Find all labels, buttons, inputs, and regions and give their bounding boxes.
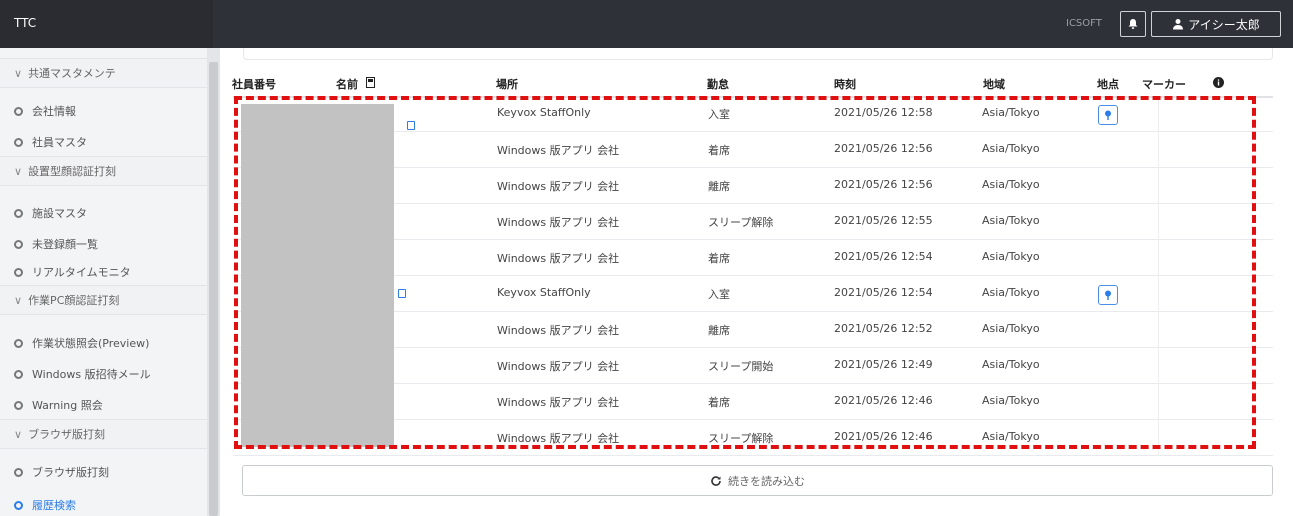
- sidebar-section-common-master[interactable]: ∨ 共通マスタメンテ: [0, 58, 207, 88]
- load-more-label: 続きを読み込む: [728, 474, 805, 488]
- search-panel: [243, 48, 1273, 60]
- circle-icon: [14, 338, 23, 348]
- sidebar-item-browser-stamp[interactable]: ブラウザ版打刻: [14, 464, 109, 480]
- header-marker[interactable]: マーカー: [1142, 76, 1186, 92]
- circle-icon: [14, 400, 23, 410]
- user-icon: [1173, 19, 1184, 30]
- refresh-icon: [711, 475, 721, 486]
- circle-icon: [14, 137, 23, 147]
- sidebar-item-work-status-preview[interactable]: 作業状態照会(Preview): [14, 335, 149, 351]
- notifications-button[interactable]: [1120, 11, 1146, 37]
- sidebar-section-installed-face-auth[interactable]: ∨ 設置型顔認証打刻: [0, 156, 207, 186]
- sidebar-item-realtime-monitor[interactable]: リアルタイムモニタ: [14, 264, 131, 280]
- chevron-down-icon: ∨: [14, 164, 23, 178]
- header-time[interactable]: 時刻: [834, 76, 856, 92]
- info-icon[interactable]: [1213, 77, 1224, 88]
- user-menu-button[interactable]: アイシー太郎: [1151, 11, 1281, 37]
- company-name: ICSOFT: [1066, 18, 1102, 29]
- sidebar-section-browser-stamp[interactable]: ∨ ブラウザ版打刻: [0, 419, 207, 449]
- header-place[interactable]: 場所: [496, 76, 518, 92]
- circle-icon: [14, 369, 23, 379]
- sidebar-section-work-pc-face-auth[interactable]: ∨ 作業PC顔認証打刻: [0, 285, 207, 315]
- sidebar-item-history-search[interactable]: 履歴検索: [14, 497, 76, 513]
- circle-icon: [14, 106, 23, 116]
- sidebar-item-warning-inquiry[interactable]: Warning 照会: [14, 397, 103, 413]
- chevron-down-icon: ∨: [14, 293, 23, 307]
- header-attendance[interactable]: 勤怠: [707, 76, 729, 92]
- sidebar-item-facility-master[interactable]: 施設マスタ: [14, 205, 87, 221]
- circle-icon: [14, 208, 23, 218]
- header-employee-no[interactable]: 社員番号: [232, 76, 276, 92]
- header-location[interactable]: 地点: [1097, 76, 1119, 92]
- sidebar-item-employee-master[interactable]: 社員マスタ: [14, 134, 87, 150]
- circle-icon: [14, 239, 23, 249]
- sidebar-item-company-info[interactable]: 会社情報: [14, 103, 76, 119]
- circle-icon: [14, 267, 23, 277]
- circle-icon: [14, 500, 23, 510]
- header-region[interactable]: 地域: [983, 76, 1005, 92]
- circle-icon: [14, 467, 23, 477]
- highlight-annotation: [234, 96, 1256, 449]
- user-name: アイシー太郎: [1188, 17, 1260, 32]
- id-card-icon: [366, 77, 375, 88]
- sidebar-item-unregistered-faces[interactable]: 未登録顔一覧: [14, 236, 98, 252]
- load-more-button[interactable]: 続きを読み込む: [242, 465, 1273, 496]
- top-bar: TTC ICSOFT アイシー太郎: [0, 0, 1293, 48]
- sidebar-item-windows-invite-mail[interactable]: Windows 版招待メール: [14, 366, 151, 382]
- app-brand[interactable]: TTC: [0, 0, 213, 48]
- chevron-down-icon: ∨: [14, 427, 23, 441]
- header-name[interactable]: 名前: [336, 76, 358, 92]
- chevron-down-icon: ∨: [14, 66, 23, 80]
- bell-icon: [1128, 19, 1138, 29]
- sidebar-scrollbar-thumb[interactable]: [209, 62, 218, 516]
